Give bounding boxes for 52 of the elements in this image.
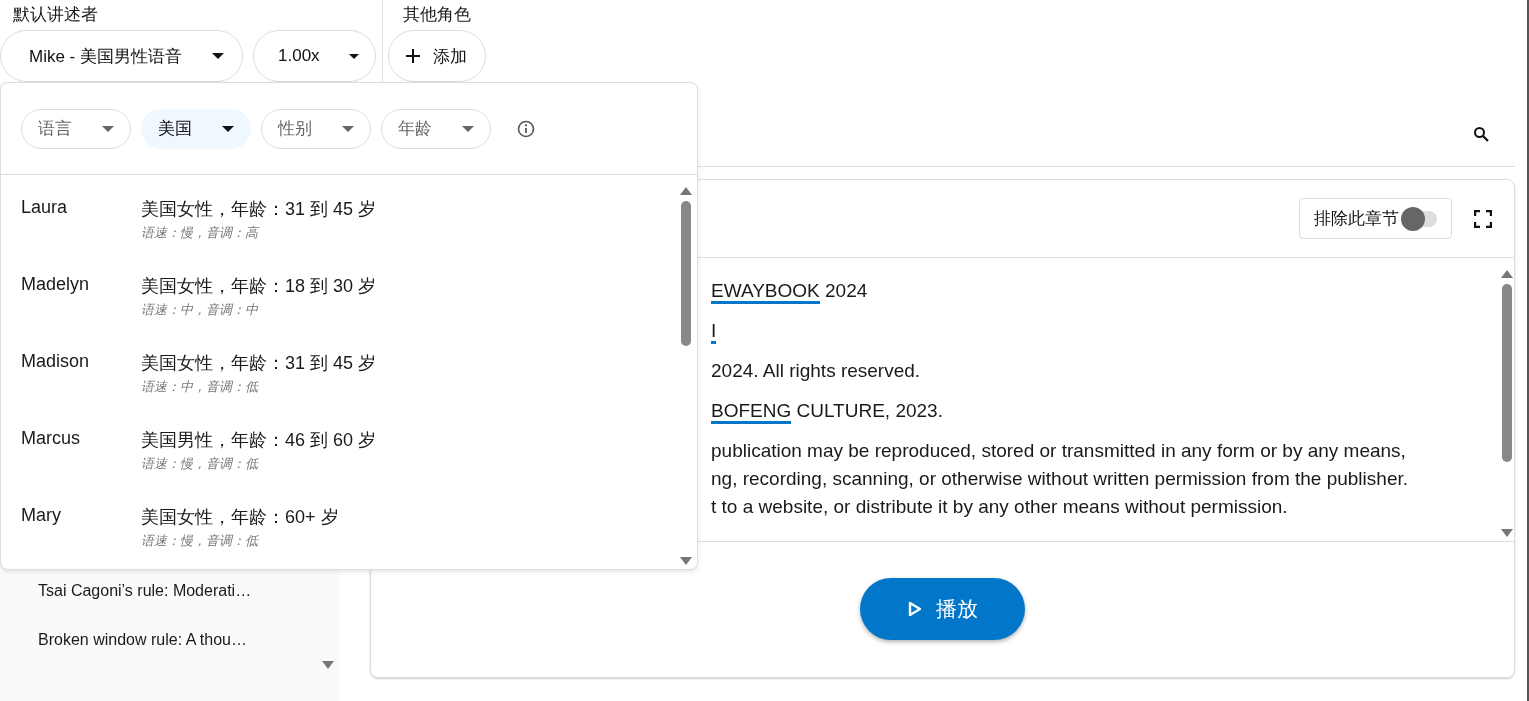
exclude-chapter-toggle[interactable]: 排除此章节 — [1299, 198, 1452, 239]
voice-details: 语速：中，音调：低 — [141, 378, 260, 396]
voice-option[interactable]: Madelyn 美国女性，年龄：18 到 30 岁 语速：中，音调：中 — [21, 274, 679, 319]
voice-name: Mary — [21, 505, 62, 527]
voice-name: Madison — [21, 351, 91, 373]
chapter-item[interactable]: Tsai Cagoni’s rule: Moderati… — [38, 582, 252, 600]
plus-icon — [405, 48, 421, 64]
filter-chip[interactable]: 语言 — [21, 108, 131, 149]
fullscreen-icon[interactable] — [1474, 209, 1492, 228]
voice-description: 美国女性，年龄：60+ 岁 — [141, 506, 339, 529]
caret-icon — [349, 53, 359, 59]
voice-details: 语速：慢，音调：低 — [141, 455, 260, 473]
filter-chip[interactable]: 美国 — [141, 108, 251, 149]
caret-icon — [342, 125, 354, 132]
info-icon[interactable] — [517, 119, 535, 138]
paragraph-text: 2024. All rights reserved. — [711, 360, 922, 382]
narrator-label: 默认讲述者 — [12, 4, 99, 26]
voice-details: 语速：慢，音调：低 — [141, 532, 260, 550]
filter-chip[interactable]: 年龄 — [381, 108, 491, 149]
other-roles-label: 其他角色 — [402, 4, 472, 26]
filter-chip[interactable]: 性别 — [261, 108, 371, 149]
scroll-down-arrow[interactable] — [322, 661, 334, 669]
voice-option[interactable]: Marcus 美国男性，年龄：46 到 60 岁 语速：慢，音调：低 — [21, 428, 679, 473]
voice-dropdown[interactable]: Mike - 美国男性语音 — [0, 30, 243, 82]
chapter-item[interactable]: Broken window rule: A thou… — [38, 631, 252, 649]
voice-name: Madelyn — [21, 274, 91, 296]
paragraph-text: ng, recording, scanning, or otherwise without written permission from the publisher. — [711, 468, 1409, 490]
paragraph-text: t to a website, or distribute it by any other means without permission. — [711, 496, 1289, 518]
voice-option[interactable]: Mary 美国女性，年龄：60+ 岁 语速：慢，音调：低 — [21, 505, 679, 550]
voice-option[interactable]: Laura 美国女性，年龄：31 到 45 岁 语速：慢，音调：高 — [21, 197, 679, 242]
caret-icon — [462, 125, 474, 132]
caret-icon — [102, 125, 114, 132]
voice-details: 语速：慢，音调：高 — [141, 224, 261, 242]
speed-dropdown[interactable]: 1.00x — [253, 30, 376, 82]
add-button[interactable]: 添加 — [388, 30, 486, 82]
paragraph-text: EWAYBOOK 2024 — [711, 280, 1500, 302]
paragraph-text: I — [711, 320, 1500, 342]
voice-description: 美国女性，年龄：31 到 45 岁 — [141, 198, 377, 221]
voice-option[interactable]: Madison 美国女性，年龄：31 到 45 岁 语速：中，音调：低 — [21, 351, 679, 396]
caret-icon — [222, 125, 234, 132]
voice-description: 美国男性，年龄：46 到 60 岁 — [141, 429, 377, 452]
play-icon — [907, 601, 922, 617]
search-icon[interactable] — [1473, 126, 1489, 142]
caret-icon — [212, 53, 224, 59]
paragraph-text: publication may be reproduced, stored or transmitted in any form or by any means, — [711, 440, 1407, 462]
play-button[interactable]: 播放 — [860, 578, 1025, 640]
voice-name: Laura — [21, 197, 69, 219]
voice-details: 语速：中，音调：中 — [141, 301, 259, 319]
voice-description: 美国女性，年龄：18 到 30 岁 — [141, 275, 377, 298]
voice-name: Marcus — [21, 428, 81, 450]
paragraph-text: BOFENG CULTURE, 2023. — [711, 400, 1500, 422]
voice-description: 美国女性，年龄：31 到 45 岁 — [141, 352, 377, 375]
